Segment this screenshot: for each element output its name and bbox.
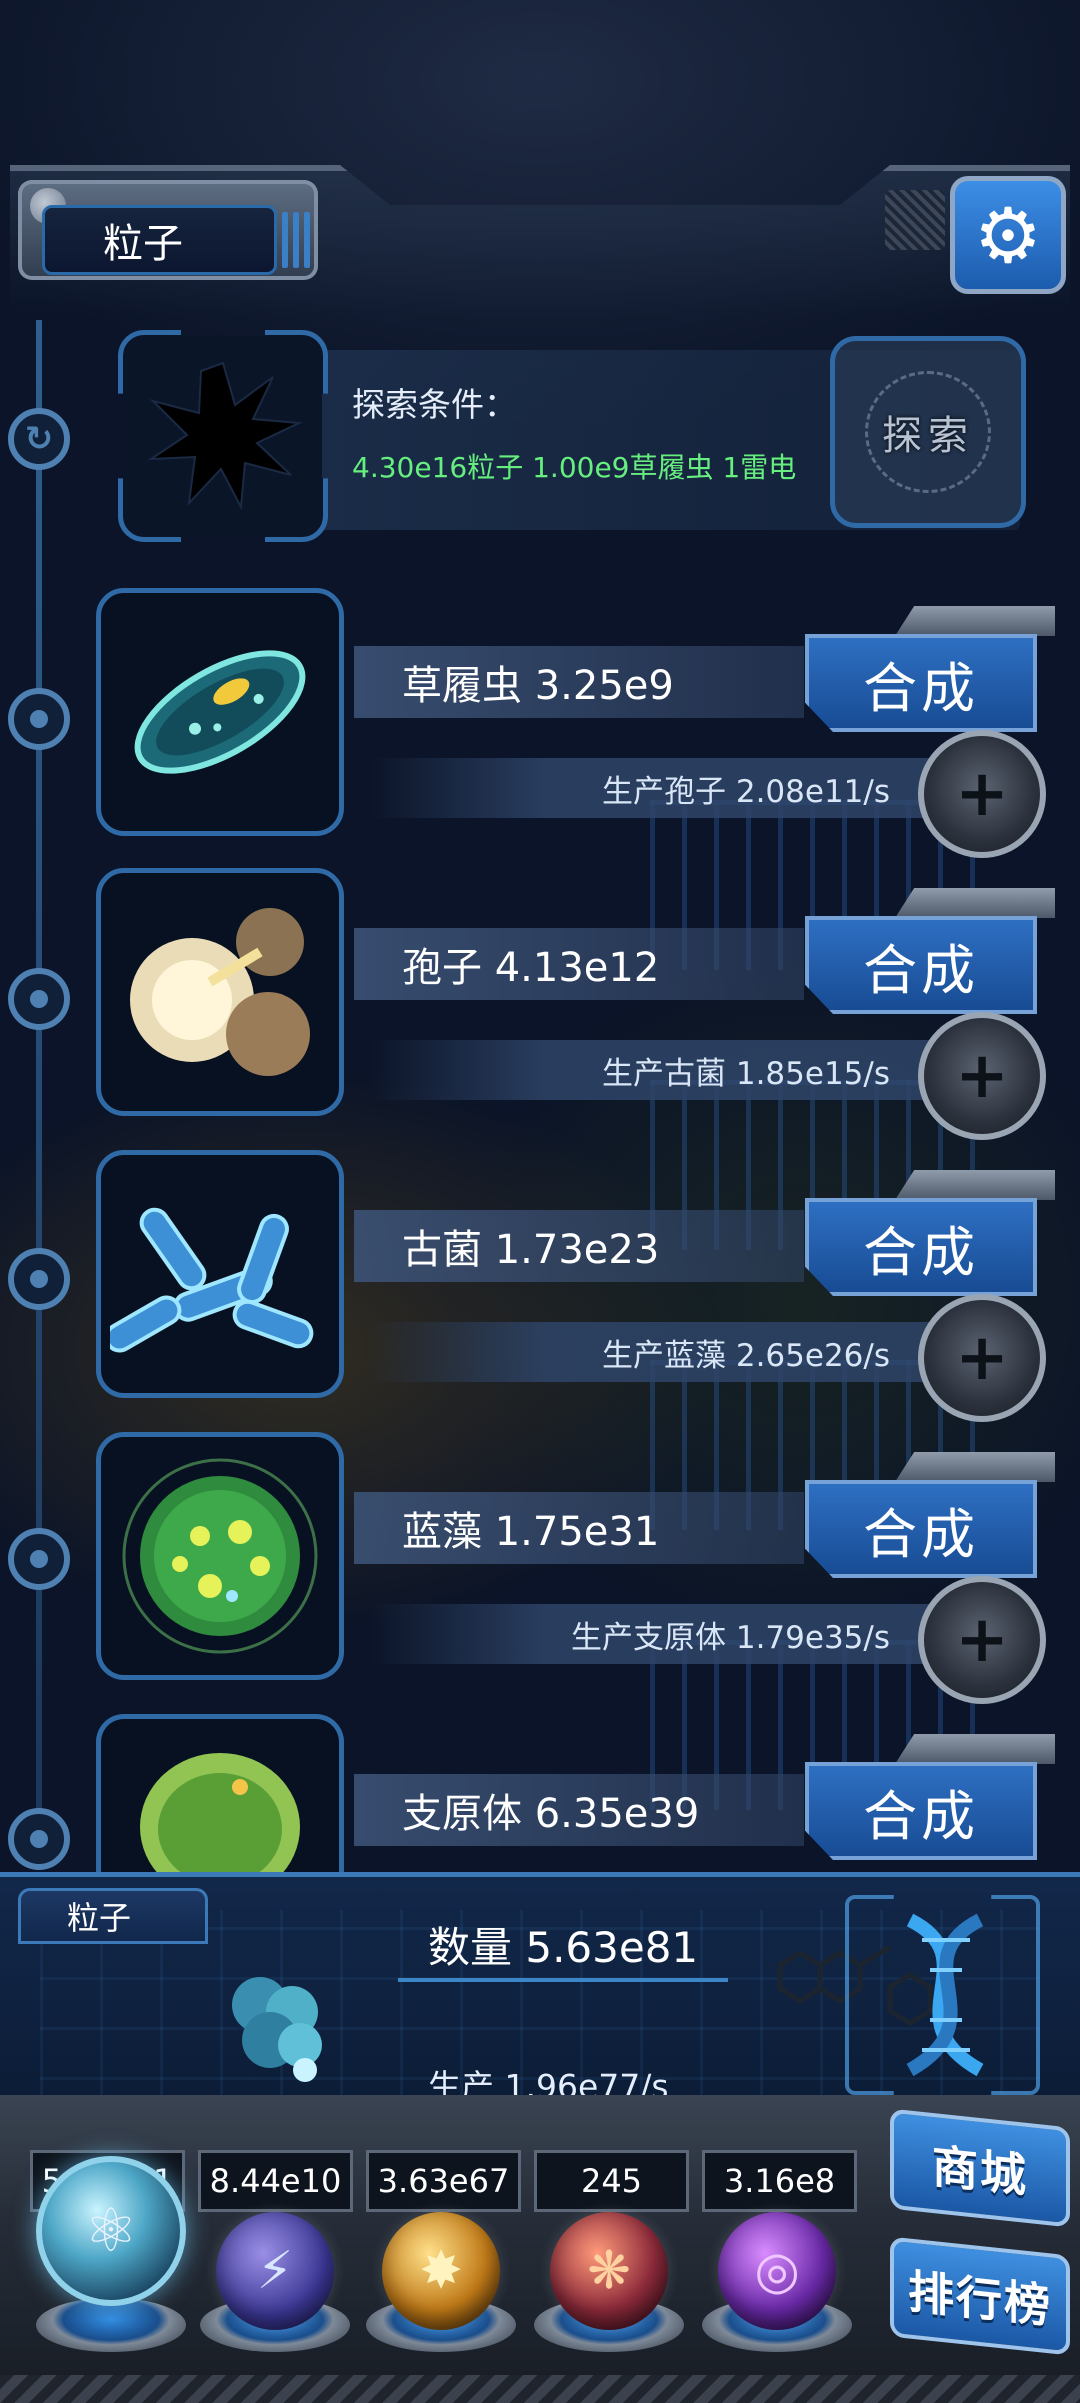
plus-icon: + (955, 1603, 1009, 1677)
creature-name-mycoplasma: 支原体 6.35e39 (354, 1774, 804, 1846)
spore-icon (130, 908, 310, 1076)
rail-node (8, 1248, 70, 1310)
production-line-paramecium: 生产孢子 2.08e11/s (370, 758, 950, 818)
resource-orb-brain[interactable]: ❋ (550, 2212, 668, 2330)
synth-button-archaea[interactable]: 合成 (805, 1198, 1037, 1296)
synth-frame (895, 1452, 1055, 1482)
unknown-creature-silhouette-icon (123, 335, 323, 535)
rail-node (8, 1528, 70, 1590)
production-line-archaea: 生产蓝藻 2.65e26/s (370, 1322, 950, 1382)
synth-frame (895, 1734, 1055, 1764)
creature-name-cyanobacteria: 蓝藻 1.75e31 (354, 1492, 804, 1564)
add-button-spore[interactable]: + (918, 1012, 1046, 1140)
synth-frame (895, 1170, 1055, 1200)
fire-orb-icon: ✸ (419, 2241, 463, 2301)
explore-button-label: 探索 (882, 413, 974, 459)
creature-name-spore: 孢子 4.13e12 (354, 928, 804, 1000)
plus-icon: + (955, 1039, 1009, 1113)
synth-frame (895, 606, 1055, 636)
status-quantity: 数量 5.63e81 (428, 1923, 699, 1972)
resource-counter-lightning: 8.44e10 (198, 2150, 353, 2212)
cyanobacteria-thumb[interactable] (96, 1432, 344, 1680)
resource-orb-vortex[interactable]: ◎ (718, 2212, 836, 2330)
rail-node (8, 968, 70, 1030)
rail-node (8, 1808, 70, 1870)
synth-frame (895, 888, 1055, 918)
resource-orb-lightning[interactable]: ⚡ (216, 2212, 334, 2330)
brain-orb-icon: ❋ (587, 2241, 631, 2301)
add-button-cyanobacteria[interactable]: + (918, 1576, 1046, 1704)
explore-button[interactable]: 探索 (830, 336, 1026, 528)
page-title: 粒子 (42, 205, 277, 275)
resource-counter-vortex: 3.16e8 (702, 2150, 857, 2212)
resource-orb-fire[interactable]: ✸ (382, 2212, 500, 2330)
plus-icon: + (955, 757, 1009, 831)
add-button-paramecium[interactable]: + (918, 730, 1046, 858)
production-line-cyanobacteria: 生产支原体 1.79e35/s (370, 1604, 950, 1664)
synth-button-mycoplasma[interactable]: 合成 (805, 1762, 1037, 1860)
production-line-spore: 生产古菌 1.85e15/s (370, 1040, 950, 1100)
paramecium-icon (134, 650, 306, 774)
shop-button[interactable]: 商城 (890, 2108, 1070, 2228)
synth-button-spore[interactable]: 合成 (805, 916, 1037, 1014)
resource-orb-particle[interactable]: ⚛ (36, 2156, 186, 2306)
status-connector (398, 1978, 728, 1982)
synth-button-cyanobacteria[interactable]: 合成 (805, 1480, 1037, 1578)
particle-orb-icon: ⚛ (84, 2196, 138, 2266)
progress-rail (36, 320, 42, 1870)
paramecium-thumb[interactable] (96, 588, 344, 836)
explore-condition-label: 探索条件： (352, 385, 517, 424)
lightning-orb-icon: ⚡ (256, 2241, 294, 2301)
grille-decor (885, 190, 945, 250)
mycoplasma-icon (140, 1752, 300, 1884)
creature-name-paramecium: 草履虫 3.25e9 (354, 646, 804, 718)
unknown-creature-frame (118, 330, 328, 542)
explore-condition-value: 4.30e16粒子 1.00e9草履虫 1雷电 (352, 451, 797, 484)
synth-button-paramecium[interactable]: 合成 (805, 634, 1037, 732)
plus-icon: + (955, 1321, 1009, 1395)
gear-icon: ⚙ (973, 190, 1043, 280)
creature-name-archaea: 古菌 1.73e23 (354, 1210, 804, 1282)
archaea-thumb[interactable] (96, 1150, 344, 1398)
status-tab: 粒子 (18, 1888, 208, 1944)
add-button-archaea[interactable]: + (918, 1294, 1046, 1422)
resource-counter-brain: 245 (534, 2150, 689, 2212)
cyanobacteria-icon (122, 1458, 318, 1654)
archaea-icon (110, 1207, 314, 1353)
hazard-stripe-decor (0, 2375, 1080, 2403)
particle-cluster-icon (200, 1950, 350, 2100)
rail-node-swirl-icon (8, 408, 70, 470)
resource-counter-fire: 3.63e67 (366, 2150, 521, 2212)
title-decor-bars (282, 212, 318, 268)
rail-node (8, 688, 70, 750)
spore-thumb[interactable] (96, 868, 344, 1116)
mycoplasma-thumb[interactable] (96, 1714, 344, 1884)
settings-button[interactable]: ⚙ (950, 176, 1066, 294)
dna-icon (850, 1900, 1035, 2090)
orb-pedestal (36, 2298, 186, 2352)
ranking-button[interactable]: 排行榜 (890, 2236, 1070, 2356)
vortex-orb-icon: ◎ (754, 2241, 800, 2301)
